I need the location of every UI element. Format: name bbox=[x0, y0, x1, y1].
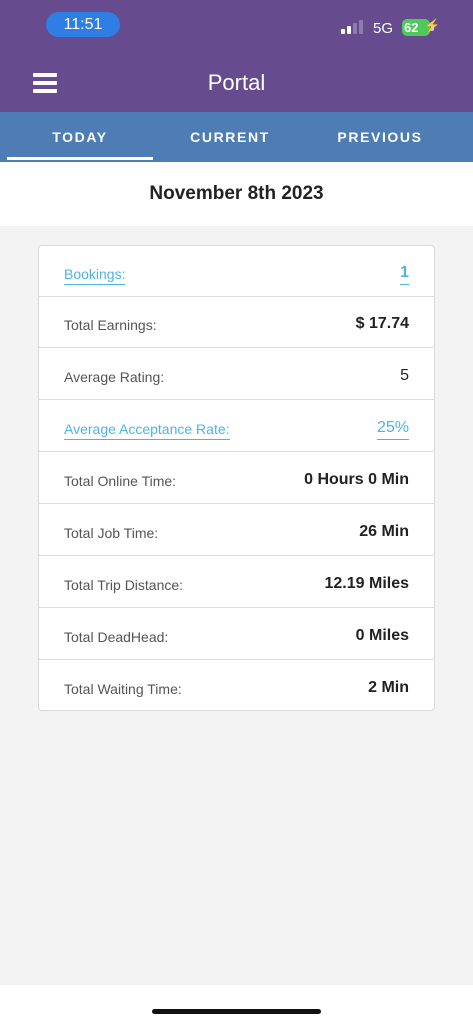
stat-row-job-time: Total Job Time: 26 Min bbox=[39, 505, 434, 556]
stat-label[interactable]: Average Acceptance Rate: bbox=[64, 420, 230, 440]
selected-date: November 8th 2023 bbox=[149, 183, 324, 204]
stat-value: 0 Miles bbox=[355, 627, 409, 644]
stat-label: Total Online Time: bbox=[64, 473, 177, 489]
stat-row-waiting-time: Total Waiting Time: 2 Min bbox=[39, 661, 434, 710]
stat-value: 2 Min bbox=[368, 679, 409, 696]
tab-bar: TODAY CURRENT PREVIOUS bbox=[0, 112, 473, 162]
stats-card: Bookings: 1 Total Earnings: $ 17.74 Aver… bbox=[38, 245, 435, 711]
stat-label: Total Waiting Time: bbox=[64, 681, 182, 697]
stat-value: 26 Min bbox=[359, 523, 409, 540]
stat-value[interactable]: 1 bbox=[400, 263, 409, 285]
status-time: 11:51 bbox=[46, 12, 120, 37]
stat-row-deadhead: Total DeadHead: 0 Miles bbox=[39, 609, 434, 660]
tab-today[interactable]: TODAY bbox=[7, 112, 153, 162]
stat-value: 5 bbox=[400, 367, 409, 384]
stat-row-average-rating: Average Rating: 5 bbox=[39, 349, 434, 400]
stat-label[interactable]: Bookings: bbox=[64, 265, 126, 285]
stat-label: Average Rating: bbox=[64, 369, 165, 385]
stat-label: Total Job Time: bbox=[64, 525, 159, 541]
stat-row-acceptance-rate[interactable]: Average Acceptance Rate: 25% bbox=[39, 401, 434, 452]
battery-tip bbox=[431, 25, 434, 31]
stat-row-bookings[interactable]: Bookings: 1 bbox=[39, 246, 434, 297]
battery-level: 62 bbox=[404, 20, 419, 35]
stat-value: 12.19 Miles bbox=[324, 575, 410, 592]
date-header: November 8th 2023 bbox=[0, 162, 473, 226]
stat-value[interactable]: 25% bbox=[376, 418, 409, 440]
tab-previous[interactable]: PREVIOUS bbox=[307, 112, 453, 162]
stat-value: 0 Hours 0 Min bbox=[304, 471, 409, 488]
stat-label: Total DeadHead: bbox=[64, 629, 169, 645]
signal-icon bbox=[341, 20, 365, 34]
network-type: 5G bbox=[373, 20, 394, 37]
tab-current[interactable]: CURRENT bbox=[157, 112, 303, 162]
stat-label: Total Trip Distance: bbox=[64, 577, 184, 593]
stat-row-trip-distance: Total Trip Distance: 12.19 Miles bbox=[39, 557, 434, 608]
active-tab-indicator bbox=[7, 157, 153, 160]
home-indicator[interactable] bbox=[152, 1009, 321, 1014]
stat-value: $ 17.74 bbox=[355, 315, 409, 332]
page-title: Portal bbox=[207, 70, 266, 95]
stat-row-online-time: Total Online Time: 0 Hours 0 Min bbox=[39, 453, 434, 504]
status-bar: 11:51 5G 62 ⚡ bbox=[0, 0, 473, 52]
stat-row-total-earnings: Total Earnings: $ 17.74 bbox=[39, 297, 434, 348]
app-header: Portal bbox=[0, 52, 473, 112]
home-bar-area bbox=[0, 985, 473, 1024]
stat-label: Total Earnings: bbox=[64, 317, 157, 333]
